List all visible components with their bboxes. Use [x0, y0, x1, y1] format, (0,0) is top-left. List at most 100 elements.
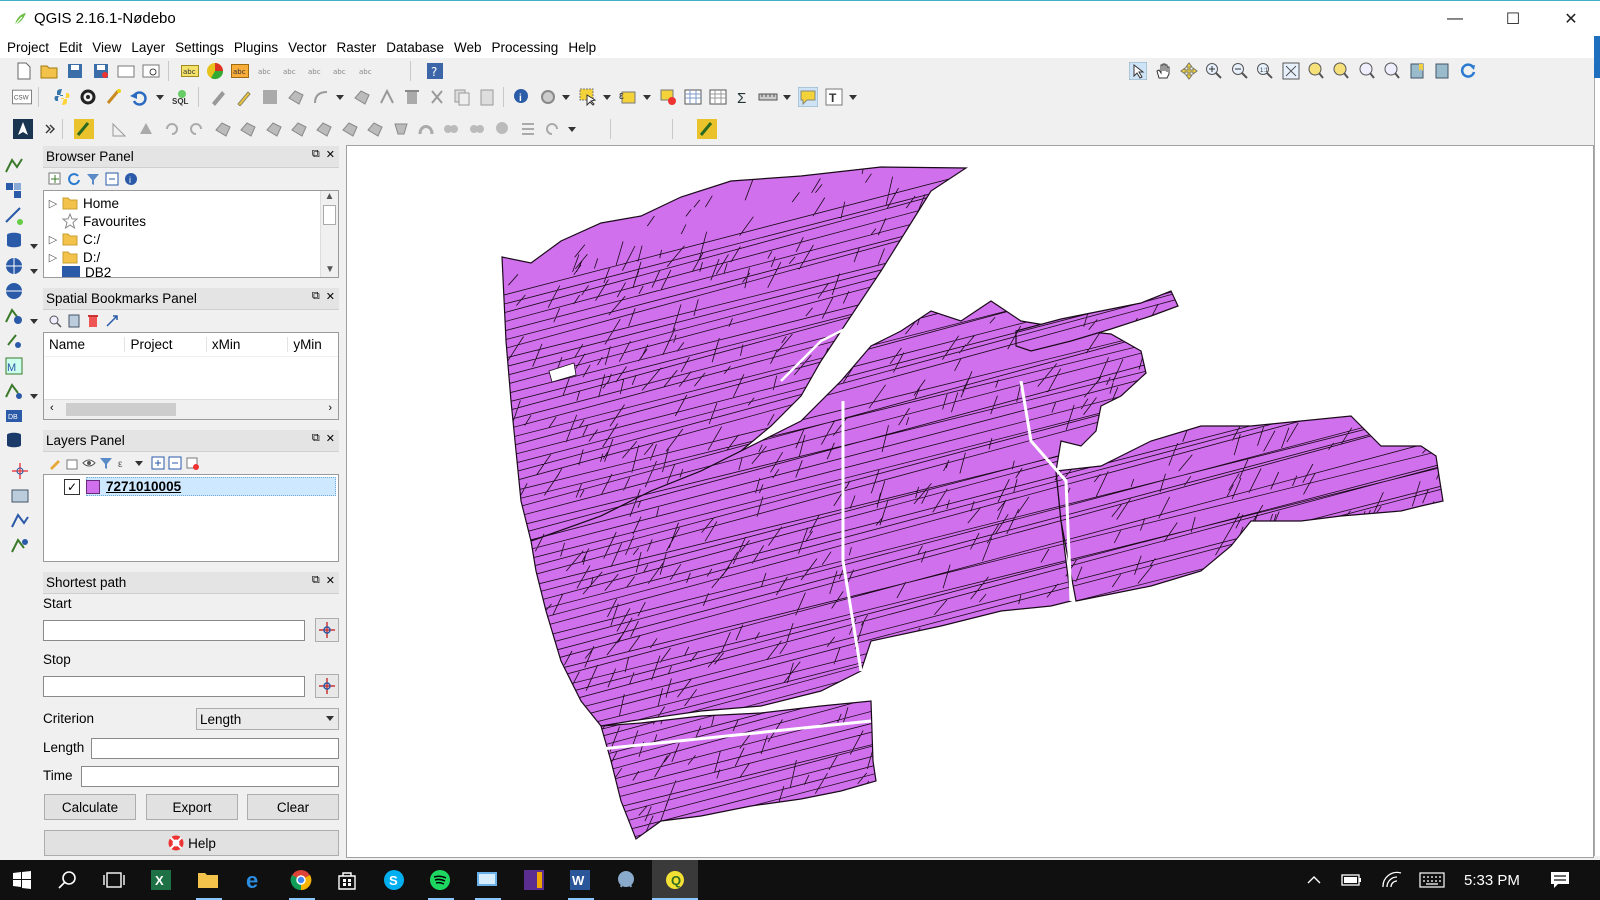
plugin-tool-2-icon[interactable] — [697, 119, 717, 139]
zoom-to-layer-icon[interactable] — [1331, 61, 1351, 81]
split-features-icon[interactable] — [391, 119, 411, 139]
menu-vector[interactable]: Vector — [283, 40, 331, 55]
new-bookmark-icon[interactable] — [1408, 61, 1428, 81]
minimize-button[interactable]: — — [1426, 1, 1484, 37]
start-point-input[interactable] — [43, 620, 305, 641]
menu-help[interactable]: Help — [563, 40, 601, 55]
layer-name[interactable]: 7271010005 — [106, 479, 181, 494]
map-tips-icon[interactable] — [798, 87, 818, 107]
menu-project[interactable]: Project — [2, 40, 54, 55]
tree-item-favourites[interactable]: Favourites — [44, 212, 338, 230]
wms-dropdown-icon[interactable] — [24, 261, 44, 281]
map-canvas[interactable] — [346, 145, 1594, 858]
undo-dropdown-icon[interactable] — [150, 87, 170, 107]
windows-start-icon[interactable] — [8, 866, 36, 894]
chrome-icon[interactable] — [287, 866, 315, 894]
simplify-icon[interactable] — [162, 119, 182, 139]
merge-features-icon[interactable] — [441, 119, 461, 139]
menu-processing[interactable]: Processing — [487, 40, 564, 55]
menu-web[interactable]: Web — [449, 40, 487, 55]
select-dropdown-icon[interactable] — [597, 87, 617, 107]
rotate-point-symbols-icon[interactable] — [492, 119, 512, 139]
zoom-out-icon[interactable] — [1230, 61, 1250, 81]
fill-ring-icon[interactable] — [264, 119, 284, 139]
qgis-taskbar-icon[interactable]: Q — [661, 866, 689, 894]
save-project-icon[interactable] — [65, 61, 85, 81]
label-toolbar-icon[interactable]: abc — [180, 61, 200, 81]
zoom-full-icon[interactable] — [1281, 61, 1301, 81]
postgis-dropdown-icon[interactable] — [24, 236, 44, 256]
processing-toolbox-icon[interactable] — [78, 87, 98, 107]
float-panel-icon[interactable]: ⧉ — [312, 148, 320, 161]
move-feature-icon[interactable] — [352, 87, 372, 107]
clock[interactable]: 5:33 PM — [1464, 860, 1520, 900]
column-header[interactable]: Project — [125, 337, 207, 352]
menu-settings[interactable]: Settings — [170, 40, 229, 55]
export-button[interactable]: Export — [146, 794, 238, 820]
csw-icon[interactable]: CSW — [12, 87, 32, 107]
layer-visibility-checkbox[interactable]: ✓ — [64, 478, 80, 495]
menu-plugins[interactable]: Plugins — [229, 40, 283, 55]
align-icon[interactable] — [518, 119, 538, 139]
column-header[interactable]: yMin — [288, 337, 338, 352]
close-button[interactable]: ✕ — [1542, 1, 1600, 37]
oracle-dropdown-icon[interactable] — [24, 386, 44, 406]
add-oracle-icon[interactable] — [4, 381, 24, 401]
collapse-all-icon[interactable] — [102, 169, 122, 189]
criterion-select[interactable]: Length — [196, 708, 339, 730]
statistical-summary-icon[interactable]: Σ — [733, 87, 753, 107]
float-panel-icon[interactable]: ⧉ — [312, 432, 320, 445]
new-temporary-layer-icon[interactable] — [10, 536, 30, 556]
add-wcs-layer-icon[interactable] — [4, 281, 24, 301]
undo-icon[interactable] — [128, 87, 148, 107]
add-feature-icon[interactable] — [286, 87, 306, 107]
time-output-field[interactable] — [81, 766, 339, 787]
edge-icon[interactable]: e — [240, 866, 268, 894]
cut-features-icon[interactable] — [427, 87, 447, 107]
open-attribute-table-icon[interactable] — [683, 87, 703, 107]
postgresql-icon[interactable] — [612, 866, 640, 894]
keyboard-icon[interactable] — [1418, 866, 1446, 894]
identify-features-icon[interactable]: i — [512, 87, 532, 107]
menu-database[interactable]: Database — [381, 40, 449, 55]
delete-ring-icon[interactable] — [289, 119, 309, 139]
search-icon[interactable] — [54, 866, 82, 894]
open-project-icon[interactable] — [39, 61, 59, 81]
current-edits-icon[interactable] — [208, 87, 228, 107]
sql-icon[interactable]: SQL — [170, 87, 190, 107]
wifi-icon[interactable] — [1378, 866, 1406, 894]
add-spatialite-icon[interactable] — [4, 331, 24, 351]
field-calculator-icon[interactable] — [708, 87, 728, 107]
column-header[interactable]: xMin — [207, 337, 289, 352]
menu-edit[interactable]: Edit — [54, 40, 87, 55]
add-circular-string-icon[interactable] — [312, 87, 332, 107]
add-db2-icon[interactable]: DB — [4, 406, 24, 426]
refresh-browser-icon[interactable] — [64, 169, 84, 189]
zoom-in-icon[interactable] — [1204, 61, 1224, 81]
redo-dropdown-icon[interactable] — [562, 119, 582, 139]
add-wms-layer-icon[interactable] — [4, 256, 24, 276]
deselect-icon[interactable] — [658, 87, 678, 107]
digitize-ring-icon[interactable] — [110, 119, 130, 139]
store-icon[interactable] — [333, 866, 361, 894]
help-button[interactable]: Help — [44, 830, 339, 856]
move-label-icon[interactable]: abc — [306, 61, 326, 81]
task-view-icon[interactable] — [100, 866, 128, 894]
add-delimited-text-icon[interactable] — [4, 206, 24, 226]
tree-item-db2[interactable]: DB2 — [44, 266, 338, 277]
excel-icon[interactable]: X — [147, 866, 175, 894]
expression-dropdown-icon[interactable] — [637, 87, 657, 107]
browser-scrollbar[interactable]: ▲ ▼ — [320, 191, 338, 277]
add-selected-layers-icon[interactable] — [45, 169, 65, 189]
delete-selected-icon[interactable] — [402, 87, 422, 107]
zoom-scale-icon[interactable]: 1:1 — [1255, 61, 1275, 81]
length-output-field[interactable] — [91, 738, 339, 759]
maximize-button[interactable]: ☐ — [1484, 1, 1542, 37]
split-parts-icon[interactable] — [416, 119, 436, 139]
tree-item-c-drive[interactable]: ▷ C:/ — [44, 230, 338, 248]
menu-layer[interactable]: Layer — [126, 40, 170, 55]
toolbar-overflow-icon[interactable] — [40, 119, 60, 139]
redo-edit-icon[interactable] — [543, 119, 563, 139]
new-spatialite-layer-icon[interactable] — [10, 486, 30, 506]
select-features-icon[interactable] — [578, 87, 598, 107]
